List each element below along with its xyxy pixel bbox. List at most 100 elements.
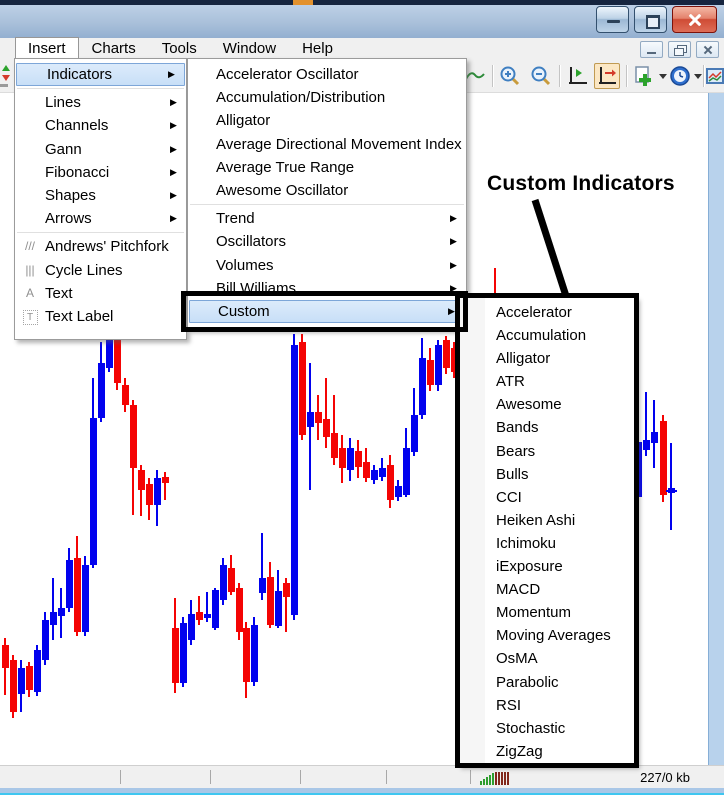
menu-item-parabolic[interactable]: Parabolic: [459, 671, 636, 694]
menu-item-awesome-oscillator[interactable]: Awesome Oscillator: [188, 179, 466, 202]
menu-item-average-true-range[interactable]: Average True Range: [188, 156, 466, 179]
menu-item-indicators[interactable]: Indicators ▶: [16, 63, 185, 87]
periods-dropdown-icon[interactable]: [694, 74, 702, 79]
menu-item-cycle-lines[interactable]: ||| Cycle Lines: [15, 259, 186, 282]
menu-item-bulls[interactable]: Bulls: [459, 463, 636, 486]
mdi-restore-button[interactable]: [668, 41, 691, 58]
menu-item-arrows[interactable]: Arrows ▶: [15, 207, 186, 230]
menu-item-gann[interactable]: Gann ▶: [15, 138, 186, 161]
menubar-item-tools[interactable]: Tools: [149, 38, 210, 60]
menu-item-zigzag[interactable]: ZigZag: [459, 740, 636, 763]
menu-item-ichimoku[interactable]: Ichimoku: [459, 532, 636, 555]
menu-item-lines[interactable]: Lines ▶: [15, 91, 186, 114]
menu-item-bill-williams[interactable]: Bill Williams ▶: [188, 277, 466, 300]
toolbar-separator: [492, 65, 494, 87]
insert-menu: Indicators ▶ Lines ▶ Channels ▶ Gann ▶ Fibonacci…: [14, 58, 187, 340]
menu-item-alligator[interactable]: Alligator: [459, 347, 636, 370]
menu-item-label: Indicators: [47, 66, 113, 83]
cycle-lines-icon: |||: [25, 262, 35, 277]
submenu-arrow-icon: ▶: [168, 69, 175, 79]
menu-item-label: Oscillators: [216, 233, 287, 251]
menu-item-label: Heiken Ashi: [496, 511, 576, 529]
menu-item-label: ZigZag: [496, 742, 543, 760]
menubar-item-charts[interactable]: Charts: [79, 38, 149, 60]
menu-item-label: Alligator: [496, 350, 551, 368]
traffic-counter: 227/0 kb: [640, 770, 690, 785]
menu-item-iexposure[interactable]: iExposure: [459, 555, 636, 578]
menu-item-fibonacci[interactable]: Fibonacci ▶: [15, 161, 186, 184]
menu-item-momentum[interactable]: Momentum: [459, 601, 636, 624]
menu-item-accumulation-distribution[interactable]: Accumulation/Distribution: [188, 86, 466, 109]
menu-item-bands[interactable]: Bands: [459, 416, 636, 439]
indicator-curve-icon[interactable]: [464, 63, 486, 89]
menu-item-custom[interactable]: Custom ▶: [189, 299, 465, 324]
menu-item-rsi[interactable]: RSI: [459, 694, 636, 717]
toolbar-separator: [626, 65, 628, 87]
auto-scroll-icon[interactable]: [594, 63, 620, 89]
maximize-button[interactable]: [634, 6, 667, 33]
close-button[interactable]: [672, 6, 717, 33]
menu-item-label: Trend: [216, 210, 255, 228]
menu-item-atr[interactable]: ATR: [459, 370, 636, 393]
submenu-arrow-icon: ▶: [170, 120, 177, 131]
menu-item-andrews-pitchfork[interactable]: /// Andrews' Pitchfork: [15, 235, 186, 258]
mt4-window: Insert Charts Tools Window Help Indicato…: [0, 0, 724, 795]
mdi-minimize-icon: [647, 52, 656, 54]
zoom-in-icon[interactable]: [497, 63, 523, 89]
mdi-close-button[interactable]: [696, 41, 719, 58]
menu-item-accumulation[interactable]: Accumulation: [459, 324, 636, 347]
templates-icon[interactable]: [706, 63, 724, 89]
toolbar-fragment: [0, 84, 8, 87]
menu-item-label: Gann: [45, 140, 82, 158]
new-chart-dropdown-icon[interactable]: [659, 74, 667, 79]
menu-item-label: Bulls: [496, 465, 529, 483]
chart-shift-icon[interactable]: [565, 63, 591, 89]
menu-item-macd[interactable]: MACD: [459, 578, 636, 601]
menu-item-accelerator-oscillator[interactable]: Accelerator Oscillator: [188, 63, 466, 86]
minimize-button[interactable]: [596, 6, 629, 33]
zoom-out-icon[interactable]: [528, 63, 554, 89]
menu-item-bears[interactable]: Bears: [459, 440, 636, 463]
menu-item-label: Momentum: [496, 604, 572, 622]
menu-item-awesome[interactable]: Awesome: [459, 393, 636, 416]
menu-item-trend[interactable]: Trend ▶: [188, 207, 466, 230]
menu-item-label: Average True Range: [216, 158, 355, 176]
new-order-icon[interactable]: [0, 60, 12, 86]
mdi-minimize-button[interactable]: [640, 41, 663, 58]
menubar-item-help[interactable]: Help: [289, 38, 346, 60]
menu-item-moving-averages[interactable]: Moving Averages: [459, 624, 636, 647]
menu-item-text-label[interactable]: T Text Label: [15, 305, 186, 328]
menu-item-label: CCI: [496, 488, 522, 506]
menu-item-heiken-ashi[interactable]: Heiken Ashi: [459, 509, 636, 532]
toolbar-separator: [559, 65, 561, 87]
menu-item-accelerator[interactable]: Accelerator: [459, 301, 636, 324]
periods-clock-icon[interactable]: [667, 63, 693, 89]
menu-item-label: Text Label: [45, 307, 114, 325]
menu-item-volumes[interactable]: Volumes ▶: [188, 254, 466, 277]
text-label-icon: T: [15, 305, 45, 328]
menu-item-oscillators[interactable]: Oscillators ▶: [188, 230, 466, 253]
menu-item-label: Accumulation/Distribution: [216, 89, 386, 107]
maximize-icon: [645, 15, 660, 29]
menu-item-label: Accelerator Oscillator: [216, 66, 359, 83]
menu-item-label: Awesome: [496, 396, 562, 414]
menu-item-osma[interactable]: OsMA: [459, 647, 636, 670]
submenu-arrow-icon: ▶: [170, 189, 177, 200]
menu-item-average-directional-movement-index[interactable]: Average Directional Movement Index: [188, 133, 466, 156]
menu-item-stochastic[interactable]: Stochastic: [459, 717, 636, 740]
menu-item-label: OsMA: [496, 650, 538, 668]
menu-item-label: Shapes: [45, 186, 96, 204]
connection-status-icon: [480, 770, 514, 785]
menu-item-label: Alligator: [216, 112, 271, 130]
new-chart-icon[interactable]: [631, 63, 657, 89]
menu-item-text[interactable]: A Text: [15, 282, 186, 305]
menu-item-label: Channels: [45, 117, 109, 135]
menu-item-label: iExposure: [496, 558, 563, 576]
menu-item-alligator[interactable]: Alligator: [188, 109, 466, 132]
menu-item-label: Arrows: [45, 210, 92, 228]
menu-item-shapes[interactable]: Shapes ▶: [15, 184, 186, 207]
menu-item-channels[interactable]: Channels ▶: [15, 114, 186, 137]
menu-item-cci[interactable]: CCI: [459, 486, 636, 509]
menu-item-label: Accumulation: [496, 327, 587, 345]
menubar-item-window[interactable]: Window: [210, 38, 289, 60]
